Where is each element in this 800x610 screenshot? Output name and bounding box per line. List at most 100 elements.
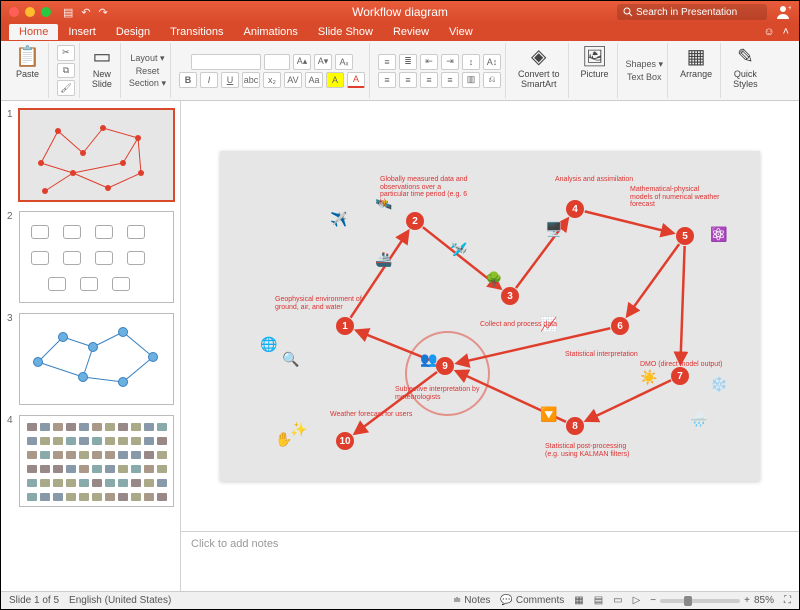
quickstyles-label: Quick Styles bbox=[733, 69, 758, 89]
notes-toggle[interactable]: ≐Notes bbox=[453, 595, 491, 606]
diagram-node-6[interactable]: 6 bbox=[611, 317, 629, 335]
plane-icon: 🛩️ bbox=[450, 241, 467, 258]
indent-dec-button[interactable]: ⇤ bbox=[420, 54, 438, 70]
sun-icon: ☀️ bbox=[640, 369, 657, 386]
titlebar: ▤ ↶ ↷ Workflow diagram Search in Present… bbox=[1, 1, 799, 23]
tab-design[interactable]: Design bbox=[106, 24, 160, 40]
italic-button[interactable]: I bbox=[200, 72, 218, 88]
diagram-node-7[interactable]: 7 bbox=[671, 367, 689, 385]
diagram-node-10[interactable]: 10 bbox=[336, 432, 354, 450]
search-placeholder: Search in Presentation bbox=[636, 7, 737, 18]
reset-button[interactable]: Reset bbox=[136, 66, 160, 76]
sub-button[interactable]: x₂ bbox=[263, 72, 281, 88]
zoom-window-button[interactable] bbox=[41, 7, 51, 17]
case-button[interactable]: Aa bbox=[305, 72, 323, 88]
diagram-node-2[interactable]: 2 bbox=[406, 212, 424, 230]
indent-inc-button[interactable]: ⇥ bbox=[441, 54, 459, 70]
new-slide-button[interactable]: ▭ New Slide bbox=[88, 45, 116, 91]
text-direction-button[interactable]: A↕ bbox=[483, 54, 501, 70]
arrange-button[interactable]: ▦ Arrange bbox=[676, 45, 716, 81]
share-icon[interactable]: + bbox=[775, 4, 791, 20]
airplane-icon: ✈️ bbox=[330, 211, 347, 228]
convert-smartart-button[interactable]: ◈ Convert to SmartArt bbox=[514, 45, 564, 91]
slide-thumbnails-panel[interactable]: 1 2 3 bbox=[1, 101, 181, 591]
columns-button[interactable]: ▥ bbox=[462, 72, 480, 88]
layout-button[interactable]: Layout ▾ bbox=[130, 53, 164, 64]
diagram-node-5[interactable]: 5 bbox=[676, 227, 694, 245]
font-size-select[interactable] bbox=[264, 54, 290, 70]
format-painter-button[interactable]: 🖌 bbox=[57, 80, 75, 96]
diagram-node-9[interactable]: 9 bbox=[436, 357, 454, 375]
cut-button[interactable]: ✂ bbox=[57, 45, 75, 61]
tab-review[interactable]: Review bbox=[383, 24, 439, 40]
bold-button[interactable]: B bbox=[179, 72, 197, 88]
decrease-font-button[interactable]: A▾ bbox=[314, 54, 332, 70]
tab-insert[interactable]: Insert bbox=[58, 24, 106, 40]
diagram-node-4[interactable]: 4 bbox=[566, 200, 584, 218]
collapse-ribbon-icon[interactable]: ˄ bbox=[783, 26, 789, 38]
tab-home[interactable]: Home bbox=[9, 24, 58, 40]
computer-icon: 🖥️ bbox=[545, 221, 562, 238]
thumb-number: 2 bbox=[7, 211, 15, 222]
minimize-window-button[interactable] bbox=[25, 7, 35, 17]
status-bar: Slide 1 of 5 English (United States) ≐No… bbox=[1, 591, 799, 609]
reading-view-button[interactable]: ▭ bbox=[613, 595, 622, 606]
close-window-button[interactable] bbox=[9, 7, 19, 17]
textbox-button[interactable]: Text Box bbox=[627, 72, 662, 82]
numbering-button[interactable]: ≣ bbox=[399, 54, 417, 70]
diagram-node-1[interactable]: 1 bbox=[336, 317, 354, 335]
sparkle-icon: ✨ bbox=[290, 421, 307, 438]
picture-label: Picture bbox=[581, 69, 609, 79]
thumbnail-2[interactable]: 2 bbox=[7, 211, 174, 303]
thumbnail-1[interactable]: 1 bbox=[7, 109, 174, 201]
increase-font-button[interactable]: A▴ bbox=[293, 54, 311, 70]
thumbnail-3[interactable]: 3 bbox=[7, 313, 174, 405]
emoji-icon[interactable]: ☺ bbox=[763, 26, 774, 38]
thumbnail-4[interactable]: 4 bbox=[7, 415, 174, 507]
justify-button[interactable]: ≡ bbox=[441, 72, 459, 88]
slide-canvas-area[interactable]: 🌐 🔍 ✈️ 🛰️ 🚢 🛩️ 🌳 🖥️ ⚛️ 📈 ☀️ ❄️ 🌧️ 🔽 👥 ✋ … bbox=[181, 101, 799, 531]
slide-canvas[interactable]: 🌐 🔍 ✈️ 🛰️ 🚢 🛩️ 🌳 🖥️ ⚛️ 📈 ☀️ ❄️ 🌧️ 🔽 👥 ✋ … bbox=[220, 151, 760, 481]
comments-toggle[interactable]: 💬Comments bbox=[500, 595, 564, 606]
line-spacing-button[interactable]: ↕ bbox=[462, 54, 480, 70]
undo-icon[interactable]: ↶ bbox=[81, 6, 90, 19]
zoom-in-button[interactable]: + bbox=[744, 595, 750, 606]
save-icon[interactable]: ▤ bbox=[63, 6, 73, 19]
font-name-select[interactable] bbox=[191, 54, 261, 70]
tab-slideshow[interactable]: Slide Show bbox=[308, 24, 383, 40]
shapes-button[interactable]: Shapes ▾ bbox=[626, 59, 664, 70]
align-right-button[interactable]: ≡ bbox=[420, 72, 438, 88]
diagram-node-8[interactable]: 8 bbox=[566, 417, 584, 435]
section-button[interactable]: Section ▾ bbox=[129, 78, 166, 89]
underline-button[interactable]: U bbox=[221, 72, 239, 88]
search-input[interactable]: Search in Presentation bbox=[617, 4, 767, 20]
picture-button[interactable]: 🖼 Picture bbox=[577, 45, 613, 81]
redo-icon[interactable]: ↷ bbox=[99, 6, 108, 19]
quickstyles-button[interactable]: ✎ Quick Styles bbox=[729, 45, 762, 91]
sorter-view-button[interactable]: ▤ bbox=[594, 595, 603, 606]
normal-view-button[interactable]: ▦ bbox=[574, 595, 583, 606]
notes-pane[interactable]: Click to add notes bbox=[181, 531, 799, 591]
align-left-button[interactable]: ≡ bbox=[378, 72, 396, 88]
highlight-button[interactable]: A bbox=[326, 72, 344, 88]
fit-window-button[interactable]: ⛶ bbox=[784, 595, 791, 606]
tab-view[interactable]: View bbox=[439, 24, 483, 40]
align-center-button[interactable]: ≡ bbox=[399, 72, 417, 88]
paste-button[interactable]: 📋 Paste bbox=[11, 45, 44, 81]
group-picture: 🖼 Picture bbox=[573, 43, 618, 98]
tab-transitions[interactable]: Transitions bbox=[160, 24, 233, 40]
smartart-icon: ◈ bbox=[531, 47, 546, 67]
copy-button[interactable]: ⧉ bbox=[57, 63, 75, 79]
bullets-button[interactable]: ≡ bbox=[378, 54, 396, 70]
strike-button[interactable]: abc bbox=[242, 72, 260, 88]
ribbon: 📋 Paste ✂ ⧉ 🖌 ▭ New Slide Layout ▾ Reset… bbox=[1, 41, 799, 101]
clear-format-button[interactable]: Aₓ bbox=[335, 54, 353, 70]
font-color-button[interactable]: A bbox=[347, 72, 365, 88]
align-text-button[interactable]: ⎌ bbox=[483, 72, 501, 88]
zoom-slider[interactable] bbox=[660, 599, 740, 603]
spacing-button[interactable]: AV bbox=[284, 72, 302, 88]
slideshow-view-button[interactable]: ▷ bbox=[633, 595, 641, 606]
zoom-out-button[interactable]: − bbox=[650, 595, 656, 606]
diagram-node-3[interactable]: 3 bbox=[501, 287, 519, 305]
tab-animations[interactable]: Animations bbox=[234, 24, 308, 40]
